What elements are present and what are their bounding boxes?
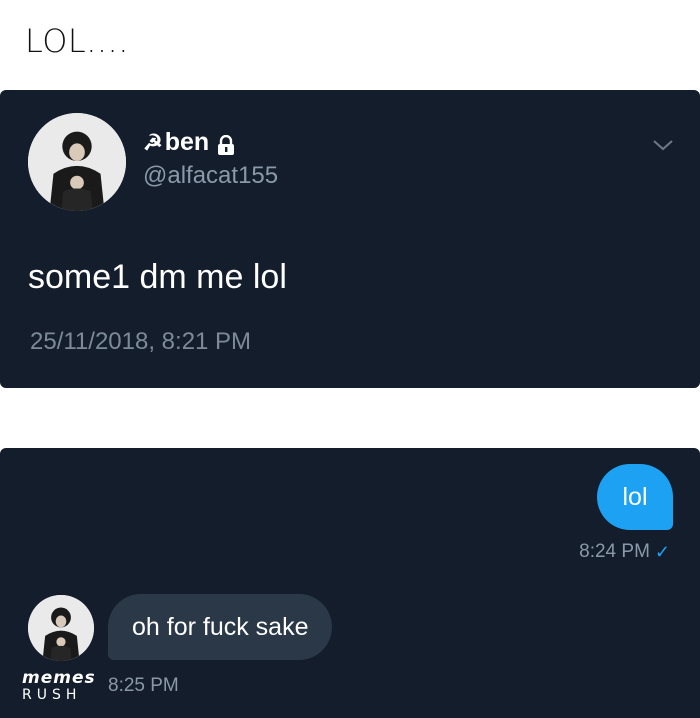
profile-avatar[interactable] [28,113,126,211]
display-name-row[interactable]: ☭ ben [143,128,235,157]
outgoing-message-time: 8:24 PM [579,541,650,562]
watermark-line-2: RUSH [22,687,82,703]
tweet-text: some1 dm me lol [28,258,287,296]
hammer-sickle-symbol: ☭ [143,129,163,155]
display-name: ben [164,128,210,156]
dm-conversation [0,448,700,718]
check-icon: ✓ [654,541,670,562]
lock-icon [217,133,235,155]
incoming-message-bubble[interactable]: oh for fuck sake [108,594,333,660]
sender-avatar[interactable] [28,595,94,661]
chevron-down-icon[interactable] [652,138,674,152]
meme-caption: LOL.... [25,22,129,60]
incoming-message-time: 8:25 PM [108,675,179,696]
watermark-line-1: memes [22,668,96,688]
memes-rush-watermark: memes RUSH [22,668,96,703]
outgoing-message-meta: 8:24 PM ✓ [579,541,670,563]
user-handle[interactable]: @alfacat155 [143,162,278,190]
outgoing-message-bubble[interactable]: lol [597,464,673,530]
tweet-timestamp[interactable]: 25/11/2018, 8:21 PM [30,328,251,356]
